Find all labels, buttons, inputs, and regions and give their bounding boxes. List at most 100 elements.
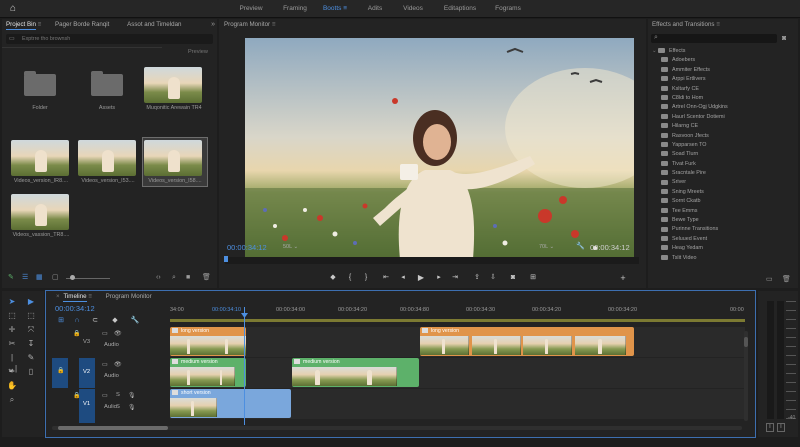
tab-assot[interactable]: Assot and Timeldan <box>127 21 181 28</box>
effects-folder-item[interactable]: Sracntale Pire <box>661 169 798 178</box>
effects-folder-item[interactable]: Ammiter Effects <box>661 66 798 75</box>
icon-view-icon[interactable]: ▦ <box>36 273 43 283</box>
wrench-icon[interactable]: 🔧 <box>576 242 585 250</box>
effects-folder-item[interactable]: Bewe Type <box>661 216 798 225</box>
zoom-dropdown[interactable]: 50L ⌄ <box>283 244 298 250</box>
workspace-tab-bootts[interactable]: Bootts ≡ <box>318 0 352 17</box>
effects-folder-item[interactable]: Heag Yedam <box>661 244 798 253</box>
effects-folder-item[interactable]: Arppi Ertlivers <box>661 75 798 84</box>
effects-search-input[interactable]: ⌕ <box>651 34 777 43</box>
mark-in-icon[interactable]: { <box>344 273 356 283</box>
effects-folder-item[interactable]: Artrel Onn-Ogj Udgkins <box>661 103 798 112</box>
effects-folder-item[interactable]: Adoebers <box>661 56 798 65</box>
bin-item-clip[interactable]: Videos_version_I53.... <box>78 140 138 184</box>
solo-left-button[interactable]: I <box>766 423 774 432</box>
panel-menu-icon[interactable]: ≡ <box>88 293 92 300</box>
workspace-tab-adits[interactable]: Adits <box>360 0 390 17</box>
effects-folder-item[interactable]: Tslit Video <box>661 254 798 263</box>
camera-icon[interactable]: ◙ <box>507 273 519 283</box>
vertical-scroll-thumb[interactable] <box>744 337 748 347</box>
comparison-view-icon[interactable]: ⊞ <box>527 273 539 283</box>
expand-panels-icon[interactable]: » <box>211 20 215 30</box>
toggle-output-icon[interactable]: ▭ <box>102 361 108 368</box>
rectangle-icon[interactable]: ▯ <box>25 366 37 377</box>
freeform-view-icon[interactable]: ▢ <box>52 273 59 283</box>
effects-folder-item[interactable]: C8ldi to Hom <box>661 94 798 103</box>
clip-medium-version-b[interactable]: medium version <box>292 358 419 387</box>
solo-label[interactable]: S <box>116 392 120 398</box>
tab-timeline[interactable]: Timeline <box>63 293 87 302</box>
panel-menu-icon[interactable]: ≡ <box>38 21 42 28</box>
pencil-icon[interactable]: ✎ <box>8 273 14 283</box>
project-search-input[interactable]: Exptrre tho brownsh <box>22 36 70 42</box>
toggle-output-icon[interactable]: ▭ <box>102 392 108 399</box>
new-item-icon[interactable]: ■ <box>186 273 190 283</box>
home-icon[interactable]: ⌂ <box>6 2 20 15</box>
lock-icon[interactable]: 🔒 <box>73 330 80 337</box>
find-icon[interactable]: ⌕ <box>172 273 176 283</box>
effects-folder-item[interactable]: Sriver <box>661 178 798 187</box>
program-scrubber[interactable] <box>225 257 639 264</box>
microphone-icon[interactable]: 🎙 <box>128 392 136 399</box>
hand-icon[interactable]: ✋ <box>6 380 18 391</box>
effects-folder-item[interactable]: Hilarng CE <box>661 122 798 131</box>
new-bin-icon[interactable]: ◙ <box>782 34 786 44</box>
program-timecode-current[interactable]: 00:00:34:12 <box>227 243 267 252</box>
tab-project-bin[interactable]: Project Bin <box>6 21 36 30</box>
work-area-bar[interactable] <box>170 319 745 322</box>
timeline-playhead[interactable] <box>244 307 245 425</box>
effects-folder-item[interactable]: Soad Tlurn <box>661 150 798 159</box>
go-to-out-icon[interactable]: ⇥ <box>449 273 461 283</box>
extract-icon[interactable]: ⇩ <box>487 273 499 283</box>
quality-dropdown[interactable]: 70L ⌄ <box>539 244 554 250</box>
tab-program-monitor[interactable]: Program Monitor <box>106 293 152 300</box>
step-forward-icon[interactable]: ▸ <box>433 273 445 283</box>
new-folder-icon[interactable]: ▭ <box>766 275 773 285</box>
toggle-output-icon[interactable]: ▭ <box>102 330 108 337</box>
workspace-tab-editaptions[interactable]: Editaptions <box>438 0 482 17</box>
rate-stretch-icon[interactable]: ↧ <box>25 338 37 349</box>
pen-icon[interactable]: ✒ <box>6 366 18 377</box>
eye-icon[interactable]: 👁 <box>114 361 122 368</box>
lock-icon[interactable]: 🔒 <box>57 367 64 374</box>
project-search-bar[interactable]: ▭ Exptrre tho brownsh <box>6 34 213 44</box>
track-select-icon[interactable]: ▶ <box>25 296 37 307</box>
rolling-edit-icon[interactable]: ⤧ <box>25 324 37 335</box>
bin-item-clip[interactable]: Muqonitic Arewain TR4 <box>144 67 204 111</box>
eye-icon[interactable]: 👁 <box>114 330 122 337</box>
effects-folder-item[interactable]: Yapparsen TO <box>661 141 798 150</box>
linked-selection-icon[interactable]: ⊂ <box>89 316 101 326</box>
effects-folder-item[interactable]: Sning Mreets <box>661 188 798 197</box>
panel-menu-icon[interactable]: ≡ <box>272 21 276 28</box>
marker-icon[interactable]: ◆ <box>327 273 339 283</box>
add-button-icon[interactable]: + <box>617 273 629 283</box>
clip-long-version-a[interactable]: long version <box>170 327 246 356</box>
zoom-icon[interactable]: ⌕ <box>6 394 18 405</box>
playhead-marker[interactable] <box>224 256 228 262</box>
track-lane-v2[interactable] <box>170 358 745 388</box>
timeline-timecode[interactable]: 00:00:34:12 <box>55 304 95 313</box>
effects-folder-item[interactable]: Sornt Ckatb <box>661 197 798 206</box>
list-view-icon[interactable]: ☰ <box>22 273 28 283</box>
solo-label[interactable]: S <box>116 404 120 410</box>
zoom-slider-handle[interactable] <box>70 275 75 280</box>
ripple-edit-icon[interactable]: ✛ <box>6 324 18 335</box>
snap-icon[interactable]: ∩ <box>71 316 83 326</box>
horizontal-scroll-thumb[interactable] <box>58 426 168 430</box>
bin-item-folder[interactable]: Folder <box>10 67 70 111</box>
step-back-icon[interactable]: ◂ <box>397 273 409 283</box>
effects-folder-item[interactable]: Haurl Scentor Dotiemi <box>661 113 798 122</box>
workspace-tab-framing[interactable]: Framing <box>275 0 315 17</box>
clip-short-version[interactable]: short version <box>170 389 291 418</box>
workspace-tab-preview[interactable]: Preview <box>226 0 276 17</box>
microphone-icon[interactable]: 🎙 <box>128 404 136 411</box>
delete-icon[interactable]: 🗑 <box>202 273 211 283</box>
effects-folder-item[interactable]: Rasvoon Jfects <box>661 132 798 141</box>
effects-folder-item[interactable]: Seluued Event <box>661 235 798 244</box>
solo-right-button[interactable]: I <box>777 423 785 432</box>
settings-wrench-icon[interactable]: 🔧 <box>129 316 141 326</box>
lift-icon[interactable]: ⇪ <box>471 273 483 283</box>
clip-long-version-b[interactable]: long version <box>420 327 634 356</box>
slip-icon[interactable]: |↔| <box>6 352 18 373</box>
workspace-tab-fograms[interactable]: Fograms <box>490 0 526 17</box>
